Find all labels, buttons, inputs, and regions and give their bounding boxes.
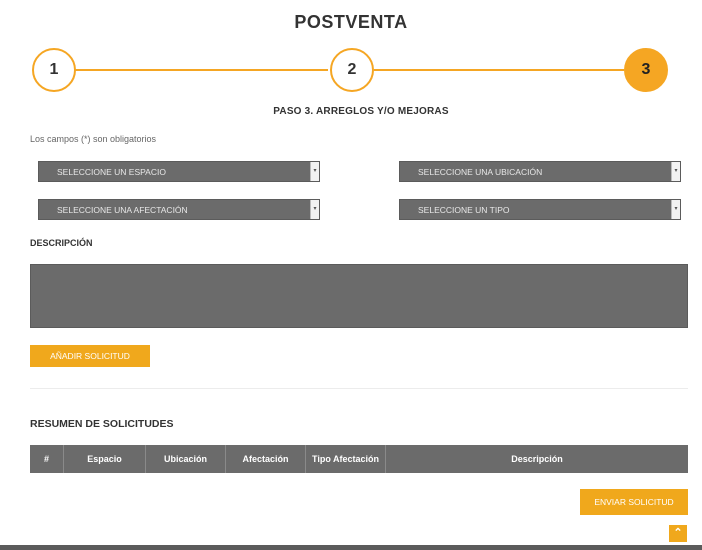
ubicacion-select[interactable]: SELECCIONE UNA UBICACIÓN ▾ [399,161,681,182]
col-afectacion: Afectación [226,445,306,473]
afectacion-select-value: SELECCIONE UNA AFECTACIÓN [57,205,188,215]
tipo-select[interactable]: SELECCIONE UN TIPO ▾ [399,199,681,220]
col-ubicacion: Ubicación [146,445,226,473]
col-tipo-afectacion: Tipo Afectación [306,445,386,473]
col-descripcion: Descripción [511,454,563,464]
ubicacion-select-value: SELECCIONE UNA UBICACIÓN [418,167,543,177]
step-heading: PASO 3. ARREGLOS Y/O MEJORAS [273,106,449,117]
col-espacio: Espacio [64,445,146,473]
page-bottom-bar [0,545,702,550]
select-arrow-icon: ▾ [310,200,319,219]
step-1[interactable]: 1 [32,48,76,92]
espacio-select[interactable]: SELECCIONE UN ESPACIO ▾ [38,161,320,182]
add-request-button[interactable]: AÑADIR SOLICITUD [30,345,150,367]
step-connector [374,69,624,71]
chevron-up-icon[interactable]: ⌃ [669,525,687,542]
descripcion-textarea[interactable] [30,264,688,328]
summary-table-header: # Espacio Ubicación Afectación Tipo Afec… [30,445,688,473]
tipo-select-value: SELECCIONE UN TIPO [418,205,510,215]
select-arrow-icon: ▾ [671,200,680,219]
step-2[interactable]: 2 [330,48,374,92]
select-arrow-icon: ▾ [310,162,319,181]
step-connector [74,69,328,71]
select-arrow-icon: ▾ [671,162,680,181]
divider [30,388,688,389]
step-3[interactable]: 3 [624,48,668,92]
descripcion-label: DESCRIPCIÓN [30,238,93,248]
send-request-button[interactable]: ENVIAR SOLICITUD [580,489,688,515]
required-fields-note: Los campos (*) son obligatorios [30,134,157,144]
espacio-select-value: SELECCIONE UN ESPACIO [57,167,166,177]
col-number: # [30,445,64,473]
afectacion-select[interactable]: SELECCIONE UNA AFECTACIÓN ▾ [38,199,320,220]
page-title: POSTVENTA [294,12,408,32]
summary-title: RESUMEN DE SOLICITUDES [30,418,174,430]
